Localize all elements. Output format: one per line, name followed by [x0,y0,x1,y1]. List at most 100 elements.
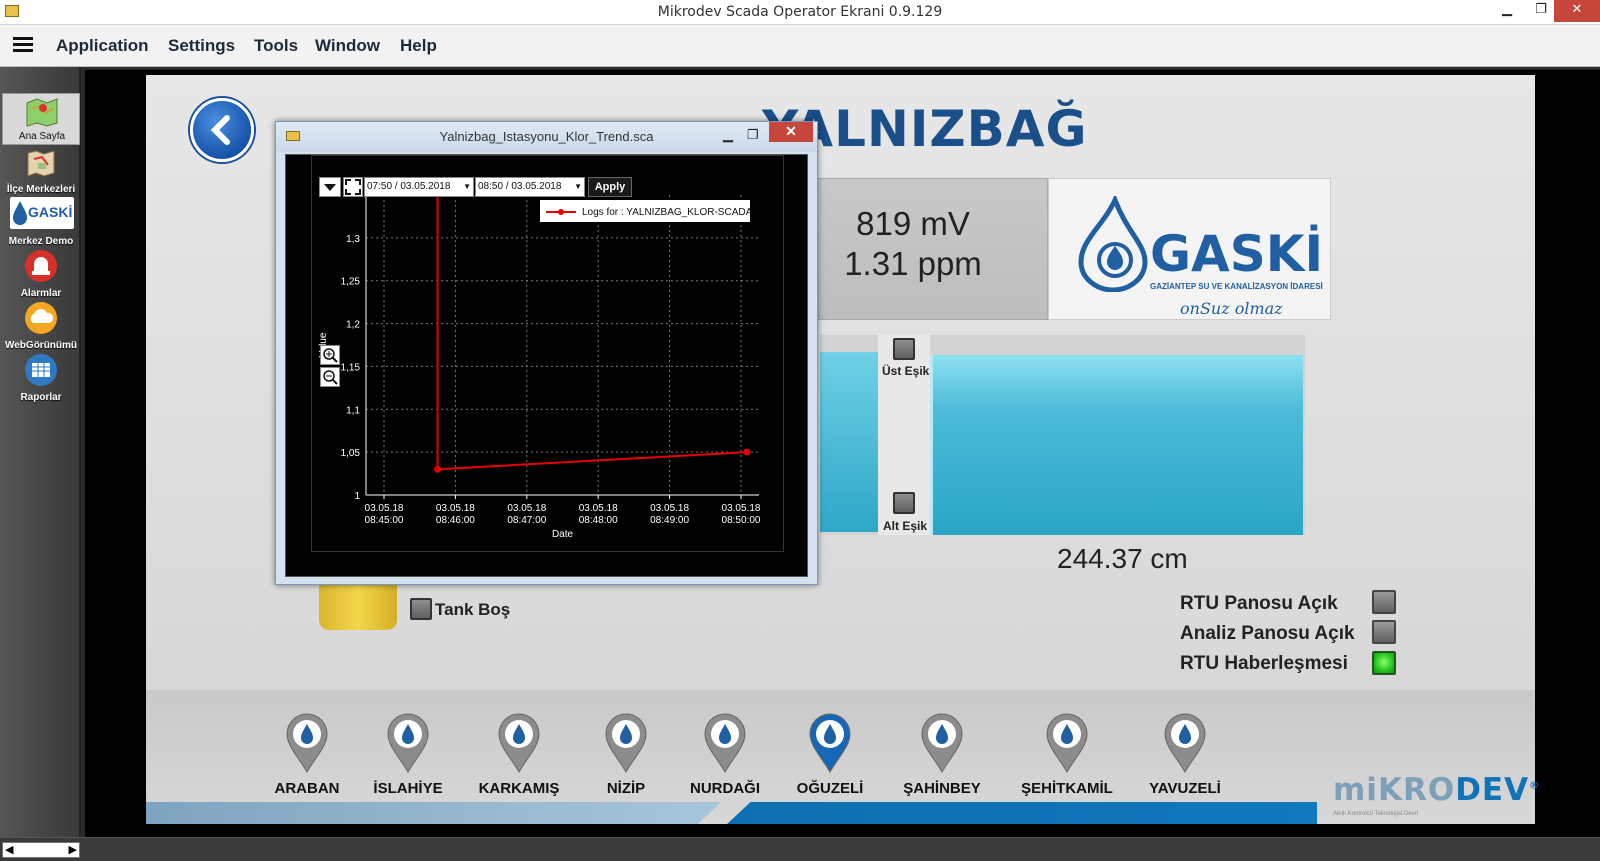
end-datetime-input[interactable]: 08:50 / 03.05.2018 ▼ [475,177,585,197]
menu-help[interactable]: Help [400,36,437,56]
mikrodev-tagline: Akıllı Kontrolcü Teknolojisi Devri [1333,811,1418,817]
sidebar: Ana Sayfa İlçe Merkezleri GASKİ Merkez D… [0,67,81,837]
location-pin-icon [921,713,963,774]
fullscreen-icon [345,179,361,195]
calendar-dropdown-icon: ▼ [463,182,471,191]
window-title-bar: Mikrodev Scada Operator Ekrani 0.9.129 ▁… [0,0,1600,25]
menu-application[interactable]: Application [56,36,149,56]
chevron-left-icon [210,115,230,145]
sidebar-item-raporlar[interactable]: Raporlar [2,353,80,405]
hamburger-menu-icon[interactable] [13,37,33,53]
scroll-left-icon: ◀ [5,844,14,856]
location-pin-icon [1046,713,1088,774]
menu-tools[interactable]: Tools [254,36,298,56]
tank-empty-label: Tank Boş [435,600,511,619]
mikrodev-logo-part1: mi [1333,772,1378,808]
gaski-slogan: onSuz olmaz [1180,299,1283,318]
trend-maximize-button[interactable]: ❐ [747,127,759,143]
sidebar-item-alarmlar[interactable]: Alarmlar [2,249,80,301]
station-pin[interactable] [1045,712,1089,774]
window-title: Mikrodev Scada Operator Ekrani 0.9.129 [657,4,943,20]
station-pin[interactable] [920,712,964,774]
cloud-icon [25,302,57,334]
station-label[interactable]: ŞEHİTKAMİL [1012,780,1122,797]
trend-chart-area: 1 1,05 1,1 1,15 1,2 1,25 1,3 03.05.18 08:45:00 03… [285,154,808,577]
station-pin[interactable] [703,712,747,774]
x-tick-label-time: 08:46:00 [436,515,475,526]
tank-water [930,355,1303,535]
report-icon [25,354,57,386]
trend-minimize-button[interactable]: ▁ [723,127,733,143]
location-pin-icon [605,713,647,774]
sidebar-item-label: Merkez Demo [8,236,74,247]
station-label[interactable]: KARKAMIŞ [464,780,574,797]
fullscreen-button[interactable] [343,177,363,197]
x-tick-label-date: 03.05.18 [365,503,404,514]
sidebar-item-ilce-merkezleri[interactable]: İlçe Merkezleri [2,145,80,197]
maximize-button[interactable]: ❐ [1524,0,1558,22]
status-label-rtu-comm: RTU Haberleşmesi [1180,653,1348,674]
status-label-rtu-panel: RTU Panosu Açık [1180,593,1338,614]
menu-window[interactable]: Window [315,36,380,56]
station-pin[interactable] [285,712,329,774]
location-pin-icon [387,713,429,774]
end-datetime-value: 08:50 / 03.05.2018 [478,181,562,192]
mikrodev-logo-part2: KRO [1377,772,1456,808]
gaski-drop-icon [1078,196,1148,292]
station-label[interactable]: ARABAN [252,780,362,797]
gaski-logo-icon: GASKİ [10,197,74,229]
tank-empty-indicator [410,598,432,620]
station-label[interactable]: İSLAHİYE [353,780,463,797]
trend-window: Yalnizbag_Istasyonu_Klor_Trend.sca ▁ ❐ ✕… [275,121,818,585]
station-label[interactable]: NURDAĞI [670,780,780,797]
station-label[interactable]: NİZİP [571,780,681,797]
calendar-dropdown-icon: ▼ [574,182,582,191]
sidebar-item-webgorunumu[interactable]: WebGörünümü [2,301,80,353]
menu-settings[interactable]: Settings [168,36,235,56]
minimize-button[interactable]: ▁ [1490,0,1524,22]
tank-level-readout: 244.37 cm [1057,543,1188,574]
y-tick-label: 1,05 [341,448,361,459]
station-label[interactable]: YAVUZELİ [1130,780,1240,797]
trend-window-title-bar[interactable]: Yalnizbag_Istasyonu_Klor_Trend.sca ▁ ❐ ✕ [276,122,817,152]
station-pin[interactable] [604,712,648,774]
map-icon [26,98,58,127]
apply-button[interactable]: Apply [588,177,632,197]
close-button[interactable]: ✕ [1554,0,1600,22]
chart-menu-dropdown[interactable] [319,177,341,197]
sidebar-item-label: Raporlar [20,392,62,403]
x-tick-label-date: 03.05.18 [650,503,689,514]
horizontal-scrollbar[interactable]: ◀ ▶ [2,842,80,858]
gaski-logo-subtitle: GAZİANTEP SU VE KANALİZASYON İDARESİ [1150,282,1323,291]
water-drop-icon [13,201,27,225]
tank-left-water [820,352,878,532]
trend-chart-svg: 11,051,11,151,21,251,303.05.1808:45:0003… [318,177,761,540]
x-tick-label-date: 03.05.18 [722,503,761,514]
zoom-out-icon [323,370,338,385]
series-point [743,448,751,456]
station-pin[interactable] [808,712,852,774]
zoom-in-button[interactable] [320,345,340,365]
y-tick-label: 1,15 [341,362,361,373]
zoom-out-button[interactable] [320,367,340,387]
status-indicator-rtu-comm [1372,651,1396,675]
back-button[interactable] [190,98,254,162]
chlorine-ppm-readout: 1.31 ppm [844,245,982,282]
status-label-analysis-panel: Analiz Panosu Açık [1180,623,1355,644]
x-tick-label-time: 08:45:00 [365,515,404,526]
station-label[interactable]: OĞUZELİ [775,780,885,797]
station-pin[interactable] [497,712,541,774]
plot-background [366,195,759,495]
station-label[interactable]: ŞAHİNBEY [887,780,997,797]
x-tick-label-time: 08:49:00 [650,515,689,526]
station-pin[interactable] [386,712,430,774]
station-pin[interactable] [1163,712,1207,774]
trend-close-button[interactable]: ✕ [769,122,813,142]
y-tick-label: 1 [354,491,360,502]
sidebar-item-merkez-demo[interactable]: GASKİ Merkez Demo [2,197,80,249]
mikrodev-logo-reg: ® [1529,780,1541,792]
sidebar-item-ana-sayfa[interactable]: Ana Sayfa [2,93,80,145]
start-datetime-input[interactable]: 07:50 / 03.05.2018 ▼ [364,177,474,197]
location-pin-icon [286,713,328,774]
y-tick-label: 1,25 [341,277,361,288]
